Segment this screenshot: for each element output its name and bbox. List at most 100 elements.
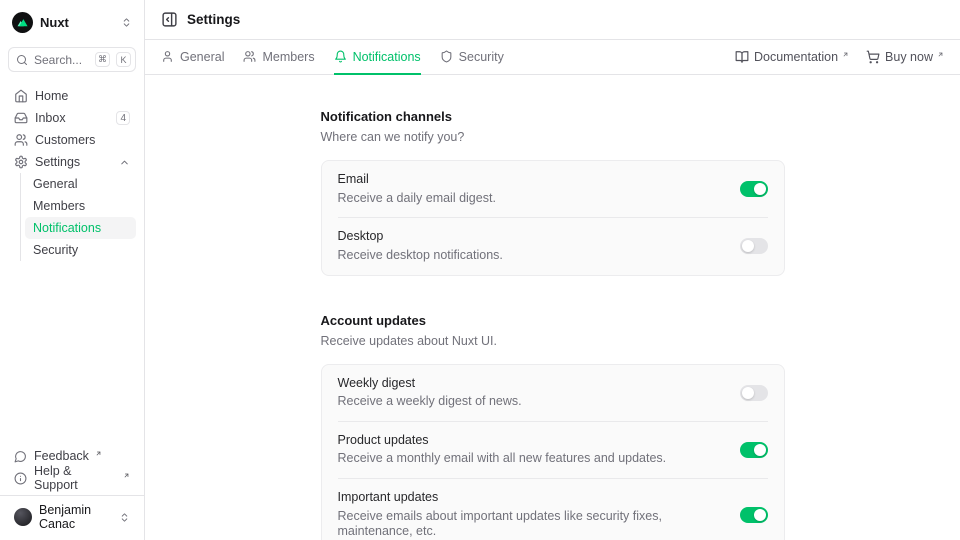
nuxt-logo-icon [12, 12, 33, 33]
team-switcher[interactable]: Nuxt [8, 10, 136, 34]
setting-description: Receive desktop notifications. [338, 248, 503, 264]
chevron-up-icon [119, 157, 130, 168]
page-header: Settings [145, 0, 960, 40]
documentation-link[interactable]: Documentation [735, 50, 849, 64]
section-subtitle: Receive updates about Nuxt UI. [321, 334, 785, 348]
section-title: Account updates [321, 313, 785, 328]
tab-members[interactable]: Members [243, 40, 314, 75]
setting-label: Product updates [338, 433, 667, 449]
tab-label: Security [459, 50, 504, 64]
kbd-k: K [116, 52, 131, 67]
sidebar-item-label: Settings [35, 155, 80, 169]
tab-notifications[interactable]: Notifications [334, 40, 421, 75]
link-label: Documentation [754, 50, 838, 64]
setting-row-email: Email Receive a daily email digest. [322, 161, 784, 217]
avatar [14, 508, 32, 526]
gear-icon [14, 155, 28, 169]
sub-item-label: General [33, 177, 77, 191]
tab-label: Members [262, 50, 314, 64]
section-notification-channels: Notification channels Where can we notif… [321, 109, 785, 276]
settings-card: Weekly digest Receive a weekly digest of… [321, 364, 785, 540]
external-link-icon [95, 450, 102, 457]
page-title: Settings [187, 12, 240, 27]
user-menu[interactable]: Benjamin Canac [8, 496, 136, 534]
weekly-digest-toggle[interactable] [740, 385, 768, 401]
settings-card: Email Receive a daily email digest. Desk… [321, 160, 785, 276]
search-input[interactable]: Search... ⌘ K [8, 47, 136, 72]
sidebar-item-customers[interactable]: Customers [8, 129, 136, 151]
tab-general[interactable]: General [161, 40, 224, 75]
users-icon [243, 50, 256, 63]
home-icon [14, 89, 28, 103]
chevrons-up-down-icon [119, 512, 130, 523]
inbox-count-badge: 4 [116, 111, 130, 125]
sidebar-item-help-support[interactable]: Help & Support [8, 467, 136, 489]
setting-description: Receive a monthly email with all new fea… [338, 451, 667, 467]
desktop-toggle[interactable] [740, 238, 768, 254]
tab-label: Notifications [353, 50, 421, 64]
header-links: Documentation Buy now [735, 40, 944, 74]
sidebar-item-label: Home [35, 89, 68, 103]
users-icon [14, 133, 28, 147]
important-updates-toggle[interactable] [740, 507, 768, 523]
chevrons-up-down-icon [121, 17, 132, 28]
message-bubble-icon [14, 450, 27, 463]
sidebar-item-home[interactable]: Home [8, 85, 136, 107]
info-circle-icon [14, 472, 27, 485]
setting-description: Receive emails about important updates l… [338, 509, 724, 540]
team-name: Nuxt [40, 15, 114, 30]
tab-security[interactable]: Security [440, 40, 504, 75]
tab-label: General [180, 50, 224, 64]
sub-item-label: Security [33, 243, 78, 257]
user-icon [161, 50, 174, 63]
sidebar-nav: Home Inbox 4 Customers Settings [8, 85, 136, 261]
footer-item-label: Help & Support [34, 464, 117, 492]
search-placeholder: Search... [34, 53, 89, 67]
email-toggle[interactable] [740, 181, 768, 197]
book-open-icon [735, 50, 749, 64]
setting-row-desktop: Desktop Receive desktop notifications. [322, 218, 784, 274]
sidebar-spacer [8, 261, 136, 445]
kbd-command: ⌘ [95, 52, 110, 67]
section-account-updates: Account updates Receive updates about Nu… [321, 313, 785, 540]
sidebar-item-notifications[interactable]: Notifications [25, 217, 136, 239]
footer-item-label: Feedback [34, 449, 89, 463]
setting-row-product-updates: Product updates Receive a monthly email … [322, 422, 784, 478]
sidebar-item-members[interactable]: Members [25, 195, 136, 217]
cart-icon [866, 50, 880, 64]
inbox-icon [14, 111, 28, 125]
setting-description: Receive a weekly digest of news. [338, 394, 522, 410]
sidebar-item-security[interactable]: Security [25, 239, 136, 261]
sub-item-label: Notifications [33, 221, 101, 235]
notifications-settings-page: Notification channels Where can we notif… [145, 75, 960, 540]
link-label: Buy now [885, 50, 933, 64]
sidebar-item-inbox[interactable]: Inbox 4 [8, 107, 136, 129]
section-subtitle: Where can we notify you? [321, 130, 785, 144]
sidebar-item-general[interactable]: General [25, 173, 136, 195]
setting-label: Weekly digest [338, 376, 522, 392]
sidebar-item-settings[interactable]: Settings [8, 151, 136, 173]
external-link-icon [123, 472, 130, 479]
sub-item-label: Members [33, 199, 85, 213]
sidebar-item-label: Customers [35, 133, 95, 147]
setting-label: Important updates [338, 490, 724, 506]
setting-row-weekly-digest: Weekly digest Receive a weekly digest of… [322, 365, 784, 421]
settings-subtree: General Members Notifications Security [20, 173, 136, 261]
panel-collapse-icon[interactable] [161, 11, 178, 28]
setting-label: Desktop [338, 229, 503, 245]
sidebar: Nuxt Search... ⌘ K Home [0, 0, 145, 540]
settings-tab-bar: General Members Notifications Security [145, 40, 960, 75]
sidebar-item-label: Inbox [35, 111, 66, 125]
shield-icon [440, 50, 453, 63]
main-panel: Settings General Members Notifications [145, 0, 960, 540]
external-link-icon [937, 51, 944, 58]
external-link-icon [842, 51, 849, 58]
section-title: Notification channels [321, 109, 785, 124]
setting-label: Email [338, 172, 496, 188]
product-updates-toggle[interactable] [740, 442, 768, 458]
app-window: Nuxt Search... ⌘ K Home [0, 0, 960, 540]
setting-description: Receive a daily email digest. [338, 191, 496, 207]
search-icon [16, 54, 28, 66]
user-name: Benjamin Canac [39, 503, 112, 531]
buy-now-button[interactable]: Buy now [866, 50, 944, 64]
